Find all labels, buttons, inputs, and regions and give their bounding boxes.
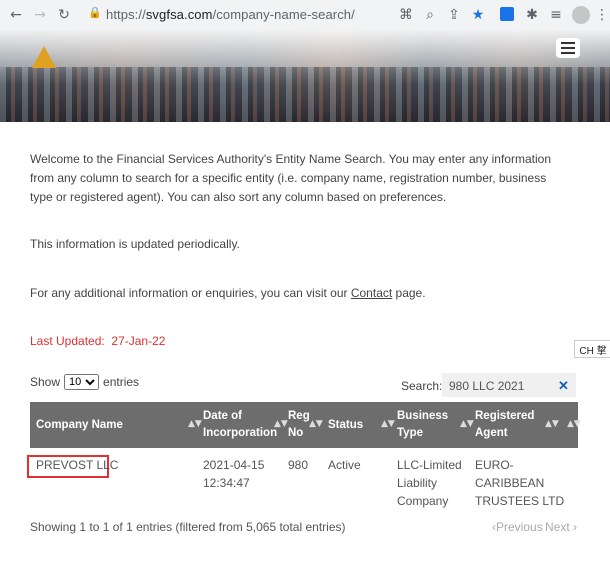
cell-agent-line2: CARIBBEAN bbox=[475, 476, 545, 490]
url-text[interactable]: https://svgfsa.com/company-name-search/ bbox=[106, 7, 355, 22]
zoom-icon[interactable]: ⌕ bbox=[420, 5, 440, 25]
previous-button[interactable]: ‹Previous bbox=[492, 520, 543, 534]
arrow-right-icon[interactable]: → bbox=[30, 5, 50, 25]
cell-date-line2: 12:34:47 bbox=[203, 476, 250, 490]
site-logo[interactable] bbox=[32, 46, 56, 68]
sort-icon[interactable]: ▲▼ bbox=[460, 419, 474, 429]
cell-agent-line1: EURO- bbox=[475, 458, 514, 472]
col-agent-line1: Registered bbox=[475, 410, 535, 422]
profile-avatar[interactable] bbox=[572, 6, 590, 24]
share-icon[interactable]: ⇪ bbox=[444, 5, 464, 25]
col-date-line1: Date of bbox=[203, 410, 242, 422]
col-type-line1: Business bbox=[397, 410, 449, 422]
table-header: Company Name ▲▼ Date of Incorporation ▲▼ … bbox=[30, 402, 581, 448]
cell-company[interactable]: PREVOST LLC bbox=[36, 456, 118, 474]
cell-date: 2021-04-15 12:34:47 bbox=[203, 456, 264, 492]
sort-icon[interactable]: ▲▼ bbox=[274, 419, 288, 429]
cell-agent: EURO- CARIBBEAN TRUSTEES LTD bbox=[475, 456, 564, 510]
col-reg-line2: No bbox=[288, 427, 304, 439]
col-status[interactable]: Status bbox=[328, 402, 363, 448]
col-status-label: Status bbox=[328, 418, 364, 431]
contact-link[interactable]: Contact bbox=[351, 286, 392, 300]
col-reg-line1: Reg bbox=[288, 410, 310, 422]
last-updated-label: Last Updated: bbox=[30, 334, 105, 348]
browser-toolbar: ← → ↻ 🔒 https://svgfsa.com/company-name-… bbox=[0, 0, 610, 31]
clear-search-icon[interactable]: ✕ bbox=[558, 378, 569, 394]
menu-icon[interactable] bbox=[556, 38, 580, 58]
cell-date-line1: 2021-04-15 bbox=[203, 458, 265, 472]
sort-icon[interactable]: ▲▼ bbox=[381, 419, 395, 429]
lock-icon[interactable]: 🔒 bbox=[88, 6, 102, 19]
reload-icon[interactable]: ↻ bbox=[54, 5, 74, 25]
puzzle-icon[interactable]: ✱ bbox=[522, 5, 542, 25]
col-business-type[interactable]: Business Type bbox=[397, 402, 448, 448]
last-updated-value: 27-Jan-22 bbox=[111, 334, 166, 348]
star-icon[interactable]: ★ bbox=[468, 5, 488, 25]
cell-type-line3: Company bbox=[397, 494, 449, 508]
page-size-select[interactable]: 10 bbox=[64, 374, 100, 390]
contact-prefix: For any additional information or enquir… bbox=[30, 286, 351, 300]
cell-type-line1: LLC-Limited bbox=[397, 458, 462, 472]
url-scheme: https:// bbox=[106, 7, 146, 22]
chevron-right-icon: › bbox=[573, 520, 578, 534]
extension-icon[interactable] bbox=[500, 7, 514, 21]
cell-type-line2: Liability bbox=[397, 476, 438, 490]
col-company-name-label: Company Name bbox=[36, 418, 123, 431]
header-banner bbox=[0, 30, 610, 122]
contact-text: For any additional information or enquir… bbox=[30, 286, 426, 300]
media-icon[interactable]: ≡ bbox=[546, 5, 566, 25]
url-host: svgfsa.com bbox=[145, 7, 213, 22]
city-photo bbox=[0, 67, 610, 122]
last-updated: Last Updated: 27-Jan-22 bbox=[30, 334, 165, 348]
periodic-text: This information is updated periodically… bbox=[30, 237, 240, 251]
page-size-control: Show 10 entries bbox=[30, 374, 139, 390]
col-type-line2: Type bbox=[397, 427, 423, 439]
table-info: Showing 1 to 1 of 1 entries (filtered fr… bbox=[30, 520, 346, 534]
sort-icon[interactable]: ▲▼ bbox=[545, 419, 559, 429]
next-button[interactable]: Next › bbox=[545, 520, 577, 534]
arrow-left-icon[interactable]: ← bbox=[6, 5, 26, 25]
cell-business-type: LLC-Limited Liability Company bbox=[397, 456, 462, 510]
col-reg-no[interactable]: Reg No bbox=[288, 402, 310, 448]
previous-label: Previous bbox=[496, 520, 543, 534]
next-label: Next bbox=[545, 520, 570, 534]
translate-icon[interactable]: ⌘ bbox=[396, 5, 416, 25]
show-label: Show bbox=[30, 375, 61, 389]
contact-suffix: page. bbox=[392, 286, 426, 300]
cell-reg-no: 980 bbox=[288, 458, 309, 472]
sort-icon[interactable]: ▲▼ bbox=[309, 419, 323, 429]
sort-icon[interactable]: ▲▼ bbox=[567, 419, 581, 429]
more-icon[interactable]: ⋮ bbox=[592, 5, 610, 25]
entries-label: entries bbox=[103, 375, 140, 389]
search-label: Search: bbox=[401, 379, 443, 393]
col-date-of-incorporation[interactable]: Date of Incorporation bbox=[203, 402, 277, 448]
cell-status: Active bbox=[328, 458, 361, 472]
col-agent-line2: Agent bbox=[475, 427, 508, 439]
col-company-name[interactable]: Company Name bbox=[36, 402, 123, 448]
sort-icon[interactable]: ▲▼ bbox=[188, 419, 202, 429]
search-value: 980 LLC 2021 bbox=[449, 379, 525, 393]
cell-agent-line3: TRUSTEES LTD bbox=[475, 494, 565, 508]
intro-text: Welcome to the Financial Services Author… bbox=[30, 152, 551, 204]
ime-indicator[interactable]: CH 㧳 bbox=[574, 340, 610, 358]
col-date-line2: Incorporation bbox=[203, 427, 278, 439]
col-registered-agent[interactable]: Registered Agent bbox=[475, 402, 534, 448]
url-path: /company-name-search/ bbox=[212, 7, 355, 22]
